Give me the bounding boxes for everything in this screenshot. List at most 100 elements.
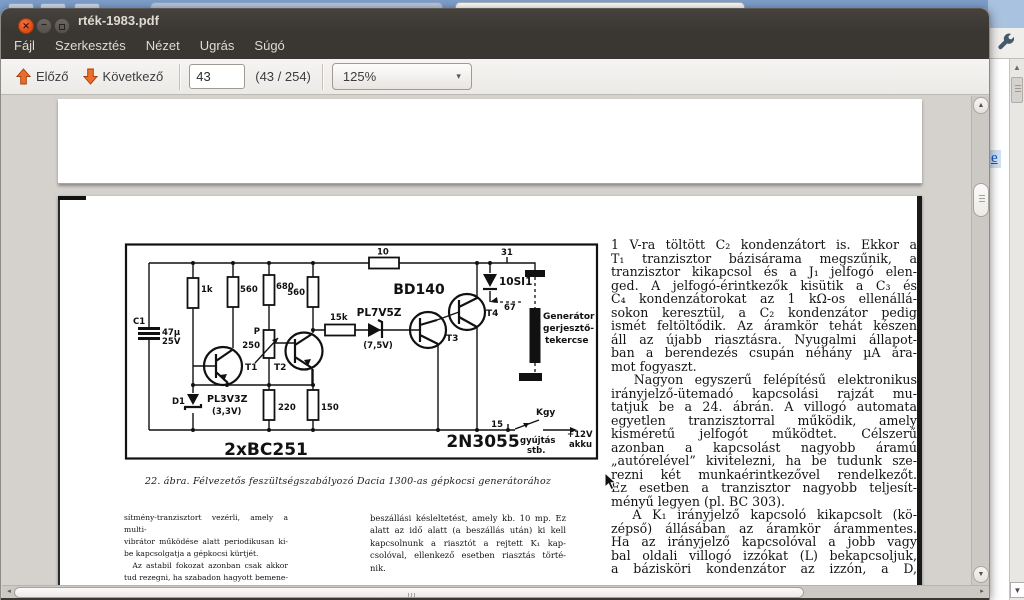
background-scrollbar[interactable]: ▲ ▼ — [1009, 59, 1024, 600]
label-terminal-15: 15 — [491, 420, 503, 430]
text-line: vibrátor működése alatt periodikusan ki- — [124, 537, 288, 546]
scroll-up-icon[interactable]: ▲ — [1010, 61, 1024, 75]
document-area: 10 31 C1 47µ 25V 1k 560 680 560 P 250 22… — [2, 96, 989, 585]
label-terminal-67: 67 — [504, 303, 516, 313]
background-scrollbar-thumb[interactable] — [1011, 77, 1023, 103]
text-column-right: 1 V-ra töltött C₂ kondenzátort is. Ekkor… — [611, 238, 917, 576]
text-line: Ha az irányjelző kapcsolóval a jobb vagy — [611, 534, 917, 549]
label-ignition-1: gyújtás — [520, 436, 555, 446]
previous-page — [58, 99, 922, 184]
label-diode-top: 10SI1 — [499, 276, 532, 288]
page-count: (43 / 254) — [255, 69, 311, 84]
toolbar: Előző Következő (43 / 254) 125% ▾ — [1, 59, 989, 95]
text-line: Az astabil fokozat azonban csak akkor — [124, 561, 288, 570]
text-line: irányjelző-ütemadó kapcsolási rajzát mu- — [611, 385, 917, 401]
window-title: rték-1983.pdf — [78, 13, 159, 28]
text-line: C₄ kondenzátorokat az 1 kΩ-os ellenállá- — [611, 291, 917, 306]
menu-file[interactable]: Fájl — [4, 34, 45, 57]
maximize-button[interactable] — [54, 18, 70, 34]
text-line: sokon keresztül, a C₂ kondenzátor pedig — [611, 304, 917, 320]
text-line: bal oldali villogó izzókat (L) bekapcsol… — [611, 547, 917, 563]
text-line: ged. A jelfogó-érintkezők kisütik a C₃ é… — [611, 277, 917, 293]
label-r2: 560 — [240, 285, 258, 295]
label-supply-1: +12V — [567, 430, 593, 440]
menu-edit[interactable]: Szerkesztés — [45, 34, 136, 57]
label-pot: P — [254, 327, 260, 337]
label-d1-name: PL3V3Z — [207, 394, 248, 405]
text-line: a bázisköri kondenzátor az izzón, a D, — [611, 561, 917, 576]
text-line: zépső) állásában az áramkör árammentes. — [611, 520, 917, 536]
text-line: csolóval, ellenkező esetben riasztás tör… — [370, 550, 566, 561]
text-line: A K₁ irányjelző kapcsoló kikapcsolt (kö- — [611, 507, 917, 522]
titlebar[interactable]: ✕ − rték-1983.pdf — [1, 8, 989, 34]
text-line: be kapcsolgatja a gépkocsi kürtjét. — [124, 549, 259, 558]
scroll-down-icon[interactable]: ▼ — [1010, 582, 1024, 598]
figure-caption: 22. ábra. Félvezetős feszültségszabályoz… — [144, 476, 552, 487]
label-pot-value: 250 — [242, 341, 260, 351]
scroll-up-icon[interactable]: ▲ — [973, 97, 989, 114]
chevron-down-icon: ▾ — [456, 71, 461, 81]
menubar: Fájl Szerkesztés Nézet Ugrás Súgó — [1, 32, 989, 59]
text-line: nik. — [370, 562, 386, 573]
text-line: 1 V-ra töltött C₂ kondenzátort is. Ekkor… — [611, 237, 917, 252]
text-line: rezni két munkaérintkezővel rendelkezőt. — [611, 466, 917, 482]
label-r-top: 10 — [377, 248, 389, 258]
vertical-scrollbar[interactable]: ▲ ▼ — [971, 96, 989, 585]
scan-edge — [917, 196, 922, 585]
current-page: 10 31 C1 47µ 25V 1k 560 680 560 P 250 22… — [58, 196, 922, 585]
horizontal-scrollbar[interactable]: ◂ ▸ — [2, 585, 989, 598]
menu-go[interactable]: Ugrás — [190, 34, 245, 57]
background-window-tabbar — [0, 0, 1024, 9]
label-c1: C1 — [133, 317, 145, 327]
label-supply-2: akku — [569, 440, 592, 450]
text-line: ban a berendezés csupán néhány µA ára- — [611, 345, 917, 360]
text-line: kisméretű jelfogót működtet. Célszerű — [611, 426, 917, 441]
text-line: T₁ tranzisztor bázisárama megszűnik, a — [611, 250, 917, 266]
label-transistor-pair: 2xBC251 — [224, 440, 308, 460]
label-c1-voltage: 25V — [162, 337, 181, 347]
label-coil-2: gerjesztő- — [543, 324, 594, 334]
text-line: ismét feltöltődik. Az áramkör tehát kész… — [611, 318, 917, 333]
down-arrow-icon — [82, 68, 98, 85]
menu-help[interactable]: Súgó — [244, 34, 294, 57]
previous-label: Előző — [36, 69, 69, 84]
vertical-scrollbar-thumb[interactable] — [973, 183, 989, 217]
scroll-right-icon[interactable]: ▸ — [976, 586, 988, 598]
label-r4: 560 — [287, 288, 305, 298]
text-column-middle: beszállási késleltetést, amely kb. 10 mp… — [370, 512, 566, 574]
text-line: azonban a kapcsolást nagyobb áramú — [611, 439, 917, 455]
previous-page-button[interactable]: Előző — [9, 65, 76, 88]
close-button[interactable]: ✕ — [18, 18, 34, 34]
wrench-icon[interactable] — [996, 32, 1016, 52]
label-t1: T1 — [245, 363, 257, 373]
label-t4: T4 — [486, 309, 498, 319]
background-titlebar — [988, 0, 1024, 28]
label-kgy: Kgy — [536, 408, 555, 418]
text-line: ményű legyen (pl. BC 303). — [611, 493, 786, 509]
text-line: Nagyon egyszerű felépítésű elektronikus — [611, 372, 917, 387]
label-r220: 220 — [278, 403, 296, 413]
next-page-button[interactable]: Következő — [76, 65, 171, 88]
label-r15k: 15k — [330, 313, 348, 323]
label-r150: 150 — [321, 403, 339, 413]
menu-view[interactable]: Nézet — [136, 34, 190, 57]
label-d1: D1 — [172, 397, 185, 407]
zoom-dropdown[interactable]: 125% ▾ — [331, 63, 472, 90]
page-number-input[interactable] — [189, 64, 246, 89]
horizontal-scrollbar-thumb[interactable] — [14, 586, 804, 598]
next-label: Következő — [102, 69, 164, 84]
toolbar-separator — [179, 63, 181, 90]
text-line: tud rezegni, ha szabadon hagyott bemene- — [124, 573, 288, 582]
minimize-button[interactable]: − — [36, 18, 52, 34]
text-line: egyetlen tranzisztorral működik, amely — [611, 412, 917, 428]
label-t2: T2 — [274, 363, 286, 373]
background-link[interactable]: e — [989, 150, 1001, 168]
text-line: tranzisztor kikapcsol és a J₁ jelfogó el… — [611, 264, 917, 279]
text-line: Ez esetben a tranzisztor nagyobb teljesí… — [611, 480, 917, 495]
text-line: sítmény-tranzisztort vezérli, amely a mu… — [124, 513, 291, 534]
scroll-down-icon[interactable]: ▼ — [973, 566, 989, 583]
label-d1-voltage: (3,3V) — [212, 407, 242, 417]
text-line: beszállási késleltetést, amely kb. 10 mp… — [370, 513, 566, 523]
text-line: tatjuk be a 24. ábrán. A villogó automat… — [611, 399, 917, 414]
text-line: mot fogyaszt. — [611, 358, 697, 374]
